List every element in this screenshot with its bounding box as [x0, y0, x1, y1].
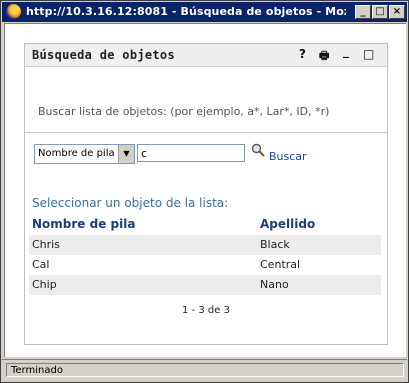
first-name-cell[interactable]: Cal — [32, 258, 49, 271]
last-name-cell[interactable]: Central — [260, 258, 300, 271]
firefox-icon — [6, 4, 21, 19]
results-label: Seleccionar un objeto de la lista: — [32, 196, 229, 210]
table-row[interactable]: Chip Nano — [29, 275, 381, 295]
column-header-last-name[interactable]: Apellido — [260, 217, 315, 231]
title-bar: http://10.3.16.12:8081 - Búsqueda de obj… — [2, 2, 407, 22]
first-name-cell[interactable]: Chip — [32, 278, 57, 291]
field-select-value: Nombre de pila — [38, 148, 115, 159]
pagination-text: 1 - 3 de 3 — [182, 305, 230, 316]
divider — [25, 132, 387, 133]
search-hint: Buscar lista de objetos: (por ejemplo, a… — [38, 105, 330, 118]
search-icon[interactable] — [251, 143, 265, 157]
status-bar: Terminado — [2, 359, 407, 381]
first-name-cell[interactable]: Chris — [32, 238, 60, 251]
minimize-icon[interactable]: _ — [343, 44, 349, 58]
chevron-down-icon[interactable]: ▼ — [118, 145, 134, 163]
minimize-button[interactable]: _ — [355, 5, 371, 19]
window-title: http://10.3.16.12:8081 - Búsqueda de obj… — [26, 5, 346, 18]
close-button[interactable]: × — [389, 5, 405, 19]
search-button[interactable]: Buscar — [269, 150, 307, 163]
print-icon[interactable]: 🖶 — [319, 47, 329, 66]
last-name-cell[interactable]: Nano — [260, 278, 289, 291]
table-row[interactable]: Cal Central — [29, 255, 381, 275]
browser-window: http://10.3.16.12:8081 - Búsqueda de obj… — [0, 0, 409, 383]
portlet-title: Búsqueda de objetos — [32, 48, 175, 62]
field-select[interactable]: Nombre de pila ▼ — [34, 144, 135, 164]
object-search-portlet: Búsqueda de objetos ? 🖶 _ □ Buscar lista… — [24, 43, 388, 345]
page-content: Búsqueda de objetos ? 🖶 _ □ Buscar lista… — [4, 23, 406, 357]
last-name-cell[interactable]: Black — [260, 238, 290, 251]
search-input[interactable] — [137, 144, 245, 162]
status-text: Terminado — [6, 363, 404, 377]
help-icon[interactable]: ? — [299, 47, 306, 61]
maximize-button[interactable]: □ — [372, 5, 388, 19]
column-header-first-name[interactable]: Nombre de pila — [32, 217, 135, 231]
maximize-icon[interactable]: □ — [363, 47, 374, 61]
portlet-header: Búsqueda de objetos ? 🖶 _ □ — [25, 44, 387, 67]
table-row[interactable]: Chris Black — [29, 235, 381, 255]
